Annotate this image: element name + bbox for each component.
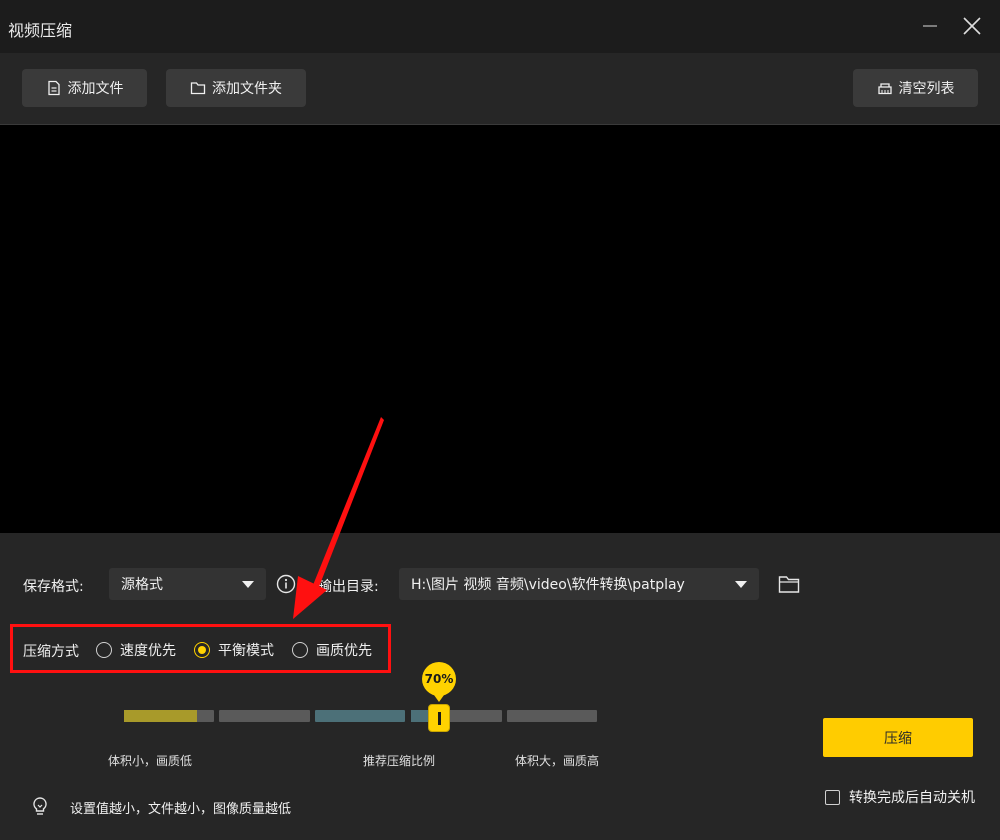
add-folder-button[interactable]: 添加文件夹 bbox=[166, 69, 306, 107]
title-bar: 视频压缩 bbox=[0, 0, 1000, 53]
minimize-icon[interactable] bbox=[916, 12, 944, 40]
radio-label: 平衡模式 bbox=[218, 643, 274, 659]
hint-low: 体积小，画质低 bbox=[108, 754, 193, 768]
radio-speed-priority[interactable]: 速度优先 bbox=[96, 640, 176, 660]
slider-segment bbox=[507, 710, 597, 722]
folder-icon bbox=[190, 82, 206, 95]
hint-high: 体积大，画质高 bbox=[515, 754, 600, 768]
output-dir-value: H:\图片 视频 音频\video\软件转换\patplay bbox=[411, 577, 685, 593]
radio-balanced-mode[interactable]: 平衡模式 bbox=[194, 640, 274, 660]
lightbulb-icon bbox=[33, 797, 47, 815]
checkbox-box bbox=[825, 789, 840, 805]
add-file-label: 添加文件 bbox=[67, 81, 124, 97]
output-dir-label: 输出目录: bbox=[318, 579, 379, 595]
compress-button[interactable]: 压缩 bbox=[823, 718, 973, 757]
chevron-down-icon bbox=[242, 581, 254, 588]
radio-label: 速度优先 bbox=[120, 643, 176, 659]
tip-text: 设置值越小，文件越小，图像质量越低 bbox=[70, 801, 292, 817]
radio-label: 画质优先 bbox=[316, 643, 372, 659]
window-title: 视频压缩 bbox=[8, 21, 73, 40]
slider-thumb[interactable] bbox=[428, 704, 450, 732]
info-icon[interactable] bbox=[276, 574, 296, 594]
add-file-button[interactable]: 添加文件 bbox=[22, 69, 147, 107]
format-select[interactable]: 源格式 bbox=[109, 568, 266, 600]
clear-list-label: 清空列表 bbox=[898, 81, 955, 97]
radio-quality-priority[interactable]: 画质优先 bbox=[292, 640, 372, 660]
file-icon bbox=[47, 80, 60, 96]
chevron-down-icon bbox=[735, 581, 747, 588]
slider-value-bubble: 70% bbox=[422, 662, 456, 702]
slider-segment bbox=[411, 710, 502, 722]
file-list-area[interactable] bbox=[0, 125, 1000, 533]
slider-segment bbox=[124, 710, 214, 722]
auto-shutdown-checkbox[interactable]: 转换完成后自动关机 bbox=[825, 787, 975, 807]
tip-row: 设置值越小，文件越小，图像质量越低 bbox=[30, 796, 291, 818]
format-label: 保存格式: bbox=[23, 579, 84, 595]
auto-shutdown-label: 转换完成后自动关机 bbox=[849, 790, 975, 806]
toolbar: 添加文件 添加文件夹 清空列表 bbox=[0, 53, 1000, 125]
radio-dot bbox=[292, 642, 308, 658]
compression-mode-label: 压缩方式 bbox=[23, 644, 79, 660]
broom-icon bbox=[877, 83, 892, 95]
add-folder-label: 添加文件夹 bbox=[212, 81, 282, 97]
clear-list-button[interactable]: 清空列表 bbox=[853, 69, 978, 107]
output-dir-select[interactable]: H:\图片 视频 音频\video\软件转换\patplay bbox=[399, 568, 759, 600]
slider-segment bbox=[315, 710, 405, 722]
hint-recommended: 推荐压缩比例 bbox=[363, 754, 436, 768]
close-icon[interactable] bbox=[958, 12, 986, 40]
radio-dot bbox=[96, 642, 112, 658]
format-value: 源格式 bbox=[121, 577, 163, 593]
slider-segment bbox=[219, 710, 310, 722]
radio-dot-selected bbox=[194, 642, 210, 658]
open-folder-icon[interactable] bbox=[778, 574, 800, 594]
